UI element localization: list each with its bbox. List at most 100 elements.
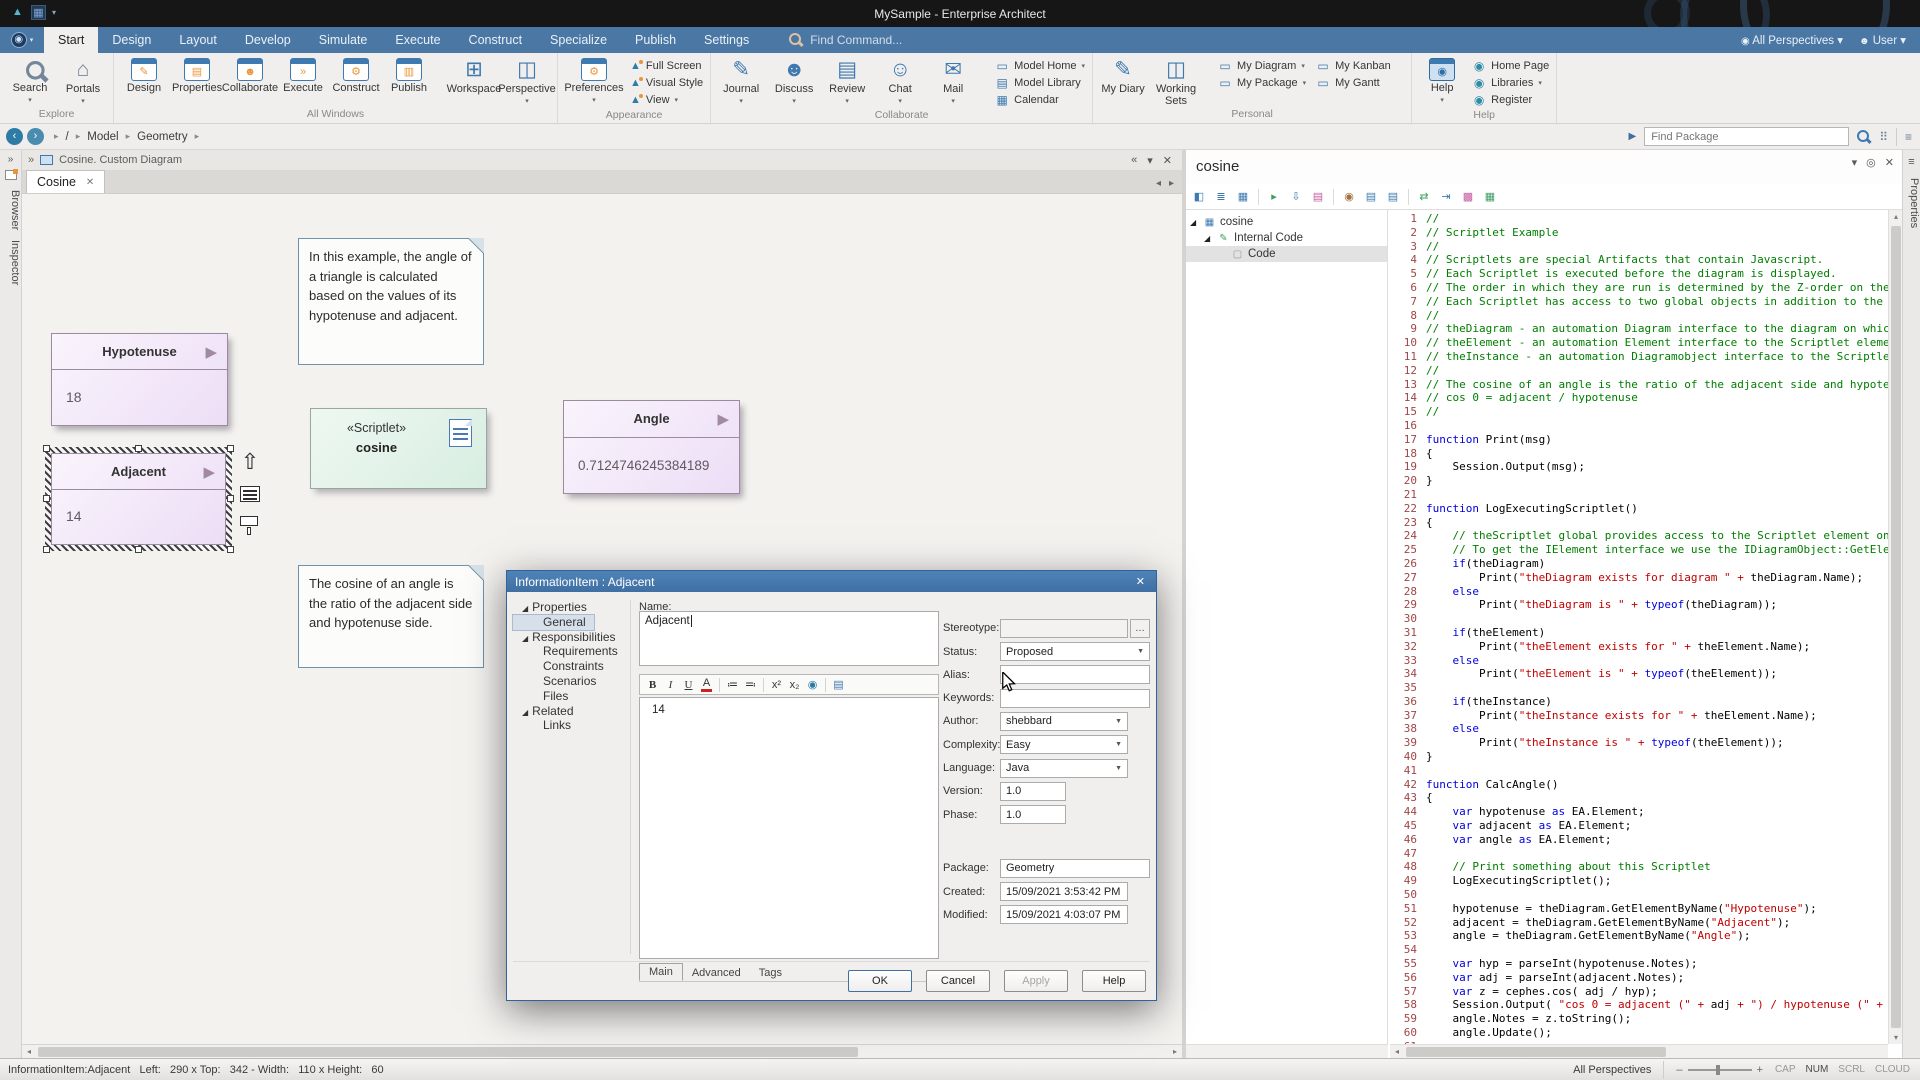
- font-color-button[interactable]: A: [701, 677, 712, 692]
- resize-handle[interactable]: [43, 495, 50, 502]
- close-icon[interactable]: ✕: [1163, 154, 1172, 167]
- ok-button[interactable]: OK: [848, 970, 912, 992]
- language--combo[interactable]: Java▼: [1000, 759, 1128, 778]
- run-script-icon[interactable]: ▸: [1265, 188, 1283, 206]
- zoom-slider[interactable]: – +: [1676, 1064, 1763, 1076]
- scrollbar-thumb[interactable]: [1891, 226, 1901, 1028]
- element-adjacent-selection[interactable]: Adjacent▶ 14: [45, 447, 232, 551]
- execute-button[interactable]: »Execute: [280, 56, 326, 95]
- zoom-in-icon[interactable]: +: [1757, 1064, 1763, 1076]
- help-button[interactable]: Help: [1082, 970, 1146, 992]
- scrollbar-thumb[interactable]: [38, 1047, 858, 1057]
- scroll-up-icon[interactable]: ▴: [1889, 212, 1903, 221]
- keywords--field[interactable]: [1000, 689, 1150, 708]
- sidebar-tab-inspector[interactable]: Inspector: [0, 240, 21, 285]
- workspace-button[interactable]: ⊞ Workspace: [451, 56, 497, 96]
- perspectives-menu[interactable]: ◉ All Perspectives ▾: [1741, 33, 1843, 47]
- dock-tab-properties[interactable]: Properties: [1903, 178, 1920, 228]
- ribbon-tab-simulate[interactable]: Simulate: [305, 27, 382, 53]
- stereotype-field[interactable]: [1000, 619, 1128, 638]
- status--combo[interactable]: Proposed▼: [1000, 642, 1150, 661]
- portals-button[interactable]: ⌂ Portals ▾: [60, 56, 106, 105]
- dialog-tab-tags[interactable]: Tags: [750, 965, 791, 981]
- zoom-out-icon[interactable]: –: [1676, 1064, 1682, 1076]
- ellipsis-button[interactable]: …: [1130, 619, 1150, 638]
- resize-handle[interactable]: [135, 546, 142, 553]
- my-gantt-button[interactable]: ▭My Gantt: [1316, 75, 1404, 91]
- ribbon-tab-design[interactable]: Design: [98, 27, 165, 53]
- home-page-button[interactable]: ◉Home Page: [1472, 58, 1549, 74]
- ribbon-tab-publish[interactable]: Publish: [621, 27, 690, 53]
- numbered-list-button[interactable]: ≕: [745, 678, 756, 691]
- pin-icon[interactable]: ◎: [1866, 156, 1876, 169]
- hyperlink-button[interactable]: ◉: [807, 678, 818, 691]
- bold-button[interactable]: B: [647, 679, 658, 691]
- grid-a-icon[interactable]: ▩: [1459, 188, 1477, 206]
- journal-button[interactable]: ✎Journal▾: [718, 56, 764, 105]
- code-editor[interactable]: 1//2// Scriptlet Example3//4// Scriptlet…: [1390, 210, 1888, 1044]
- chat-button[interactable]: ☺Chat▾: [877, 56, 923, 105]
- list-icon[interactable]: [240, 486, 260, 502]
- new-document-button[interactable]: ▤: [833, 678, 844, 691]
- save-down-icon[interactable]: ⇩: [1287, 188, 1305, 206]
- complexity--combo[interactable]: Easy▼: [1000, 735, 1128, 754]
- search-icon[interactable]: [1857, 130, 1871, 144]
- element-angle[interactable]: Angle▶ 0.7124746245384189: [563, 400, 740, 494]
- full-screen-button[interactable]: ▲Full Screen: [630, 58, 703, 74]
- author--combo[interactable]: shebbard▼: [1000, 712, 1128, 731]
- model-library-button[interactable]: ▤Model Library: [995, 75, 1085, 91]
- chevron-icon[interactable]: »: [28, 154, 34, 166]
- scroll-left-icon[interactable]: ◂: [22, 1046, 36, 1058]
- code-tree-item-code[interactable]: ▢Code: [1186, 246, 1387, 262]
- element-list-icon[interactable]: ≣: [1212, 188, 1230, 206]
- model-home-button[interactable]: ▭Model Home▾: [995, 58, 1085, 74]
- code-vertical-scrollbar[interactable]: ▴ ▾: [1888, 210, 1902, 1044]
- dialog-tab-main[interactable]: Main: [639, 963, 683, 981]
- element-hypotenuse[interactable]: Hypotenuse▶ 18: [51, 333, 228, 426]
- forward-button[interactable]: ›: [27, 128, 44, 145]
- visual-style-button[interactable]: ▲Visual Style: [630, 75, 703, 91]
- tab-cosine[interactable]: Cosine ✕: [26, 170, 105, 193]
- calendar-button[interactable]: ▦Calendar: [995, 92, 1085, 108]
- find-binoculars-icon[interactable]: ◉: [1340, 188, 1358, 206]
- resize-handle[interactable]: [135, 445, 142, 452]
- dialog-tree-item-related[interactable]: ◢Related: [513, 704, 630, 719]
- chevron-down-icon[interactable]: ▾: [1852, 156, 1858, 169]
- note-element[interactable]: The cosine of an angle is the ratio of t…: [298, 565, 484, 668]
- resize-handle[interactable]: [227, 445, 234, 452]
- apply-button[interactable]: Apply: [1004, 970, 1068, 992]
- resize-handle[interactable]: [43, 546, 50, 553]
- tree-horizontal-scrollbar[interactable]: [1186, 1044, 1388, 1058]
- breadcrumb-item--[interactable]: /: [66, 131, 69, 143]
- ribbon-tab-start[interactable]: Start: [44, 27, 98, 53]
- find-package-input[interactable]: [1644, 127, 1849, 146]
- element-scriptlet[interactable]: «Scriptlet» cosine: [310, 408, 487, 489]
- ribbon-tab-specialize[interactable]: Specialize: [536, 27, 621, 53]
- scrollbar-thumb[interactable]: [1406, 1047, 1666, 1057]
- review-button[interactable]: ▤Review▾: [824, 56, 870, 105]
- resize-handle[interactable]: [43, 445, 50, 452]
- dialog-tree-item-responsibilities[interactable]: ◢Responsibilities: [513, 630, 630, 645]
- expand-icon[interactable]: ▶: [1628, 131, 1636, 142]
- collaborate-button[interactable]: ☻Collaborate: [227, 56, 273, 95]
- close-icon[interactable]: ✕: [1885, 156, 1894, 169]
- diagram-horizontal-scrollbar[interactable]: ◂ ▸: [22, 1044, 1182, 1058]
- dialog-tree-item-files[interactable]: Files: [513, 689, 630, 704]
- publish-button[interactable]: ▥Publish: [386, 56, 432, 95]
- bullet-list-button[interactable]: ≔: [727, 678, 738, 691]
- sidebar-tab-browser[interactable]: Browser: [0, 190, 21, 230]
- my-diary-button[interactable]: ✎My Diary: [1100, 56, 1146, 107]
- my-diagram-button[interactable]: ▭My Diagram▾: [1218, 58, 1306, 74]
- breadcrumb-item-geometry[interactable]: Geometry: [137, 131, 188, 143]
- tab-scroll-left-icon[interactable]: ◂: [1156, 178, 1161, 189]
- chevron-icon[interactable]: »: [0, 154, 21, 165]
- link-diagram-icon[interactable]: ◧: [1190, 188, 1208, 206]
- close-icon[interactable]: ✕: [1133, 575, 1148, 588]
- ribbon-tab-settings[interactable]: Settings: [690, 27, 763, 53]
- code-tree-item-internal-code[interactable]: ◢✎Internal Code: [1186, 230, 1387, 246]
- grid-dots-icon[interactable]: ⠿: [1879, 130, 1888, 144]
- hamburger-menu-icon[interactable]: ≡: [1903, 156, 1920, 168]
- user-menu[interactable]: ☻ User ▾: [1859, 33, 1906, 47]
- scroll-down-icon[interactable]: ▾: [1889, 1033, 1903, 1042]
- collapse-icon[interactable]: «: [1131, 154, 1137, 167]
